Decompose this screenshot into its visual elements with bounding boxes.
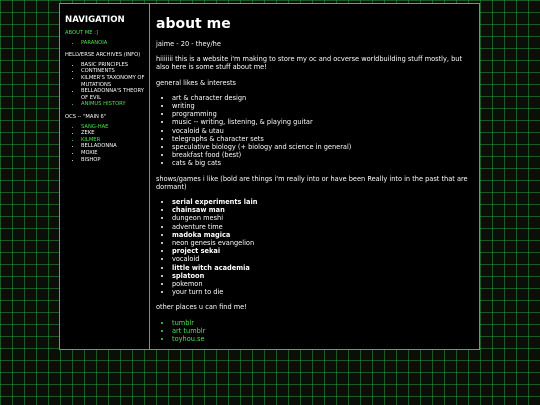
shows-item: your turn to die — [172, 288, 473, 296]
external-link[interactable]: tumblr — [172, 319, 473, 327]
likes-item: breakfast food (best) — [172, 151, 473, 159]
likes-heading: general likes & interests — [156, 78, 236, 87]
places-list: tumblrart tumblrtoyhou.se — [156, 319, 473, 344]
shows-item: project sekai — [172, 247, 473, 255]
shows-list: serial experiments lainchainsaw mandunge… — [156, 198, 473, 296]
shows-item: adventure time — [172, 223, 473, 231]
about-sublist: PARANOIA — [65, 40, 145, 47]
likes-list: art & character designwritingprogramming… — [156, 94, 473, 168]
shows-item: neon genesis evangelion — [172, 239, 473, 247]
likes-item: speculative biology (+ biology and scien… — [172, 143, 473, 151]
external-link[interactable]: art tumblr — [172, 327, 473, 335]
archives-list: BASIC PRINCIPLESCONTINENTSKILMER'S TAXON… — [65, 62, 145, 108]
ocs-heading: OCS -- "MAIN 6" — [65, 113, 107, 120]
nav-link-paranoia[interactable]: PARANOIA — [81, 40, 145, 47]
shows-item: vocaloid — [172, 255, 473, 263]
shows-item: serial experiments lain — [172, 198, 473, 206]
nav-link-oc[interactable]: BELLADONNA — [81, 143, 145, 150]
page-title: about me — [156, 16, 231, 32]
nav-link-archive[interactable]: ANIMUS HISTORY — [81, 101, 145, 108]
likes-item: writing — [172, 102, 473, 110]
main-content: about me jaime - 20 - they/he hiiiiiii t… — [150, 4, 479, 349]
nav-link-about[interactable]: ABOUT ME :] — [65, 30, 145, 37]
shows-item: chainsaw man — [172, 206, 473, 214]
shows-item: dungeon meshi — [172, 214, 473, 222]
shows-item: pokemon — [172, 280, 473, 288]
sidebar-nav: NAVIGATION ABOUT ME :] PARANOIA HELLVERS… — [60, 4, 150, 349]
intro-text: jaime - 20 - they/he — [156, 40, 221, 48]
likes-item: vocaloid & utau — [172, 127, 473, 135]
shows-item: splatoon — [172, 272, 473, 280]
nav-link-archive[interactable]: BELLADONNA'S THEORY OF EVIL — [81, 88, 145, 101]
likes-item: music -- writing, listening, & playing g… — [172, 118, 473, 126]
nav-link-archive[interactable]: CONTINENTS — [81, 68, 145, 75]
nav-link-oc[interactable]: MOXIE — [81, 150, 145, 157]
likes-item: art & character design — [172, 94, 473, 102]
archives-heading: HELLVERSE ARCHIVES (INFO) — [65, 52, 141, 59]
shows-heading: shows/games i like (bold are things i'm … — [156, 174, 468, 191]
likes-item: cats & big cats — [172, 159, 473, 167]
nav-link-archive[interactable]: KILMER'S TAXONOMY OF MUTATIONS — [81, 75, 145, 88]
places-heading: other places u can find me! — [156, 303, 247, 312]
external-link[interactable]: toyhou.se — [172, 335, 473, 343]
shows-item: madoka magica — [172, 231, 473, 239]
nav-link-oc[interactable]: BISHOP — [81, 157, 145, 164]
shows-item: little witch academia — [172, 264, 473, 272]
description-text: hiiiiiii this is a website i'm making to… — [156, 55, 463, 72]
nav-title: NAVIGATION — [65, 15, 125, 25]
nav-link-oc[interactable]: KILMER — [81, 137, 145, 144]
likes-item: programming — [172, 110, 473, 118]
ocs-list: SANG-HAEZEKEKILMERBELLADONNAMOXIEBISHOP — [65, 124, 145, 164]
likes-item: telegraphs & character sets — [172, 135, 473, 143]
nav-link-archive[interactable]: BASIC PRINCIPLES — [81, 62, 145, 69]
nav-link-oc[interactable]: ZEKE — [81, 130, 145, 137]
page-frame: NAVIGATION ABOUT ME :] PARANOIA HELLVERS… — [59, 3, 480, 350]
nav-link-oc[interactable]: SANG-HAE — [81, 124, 145, 131]
